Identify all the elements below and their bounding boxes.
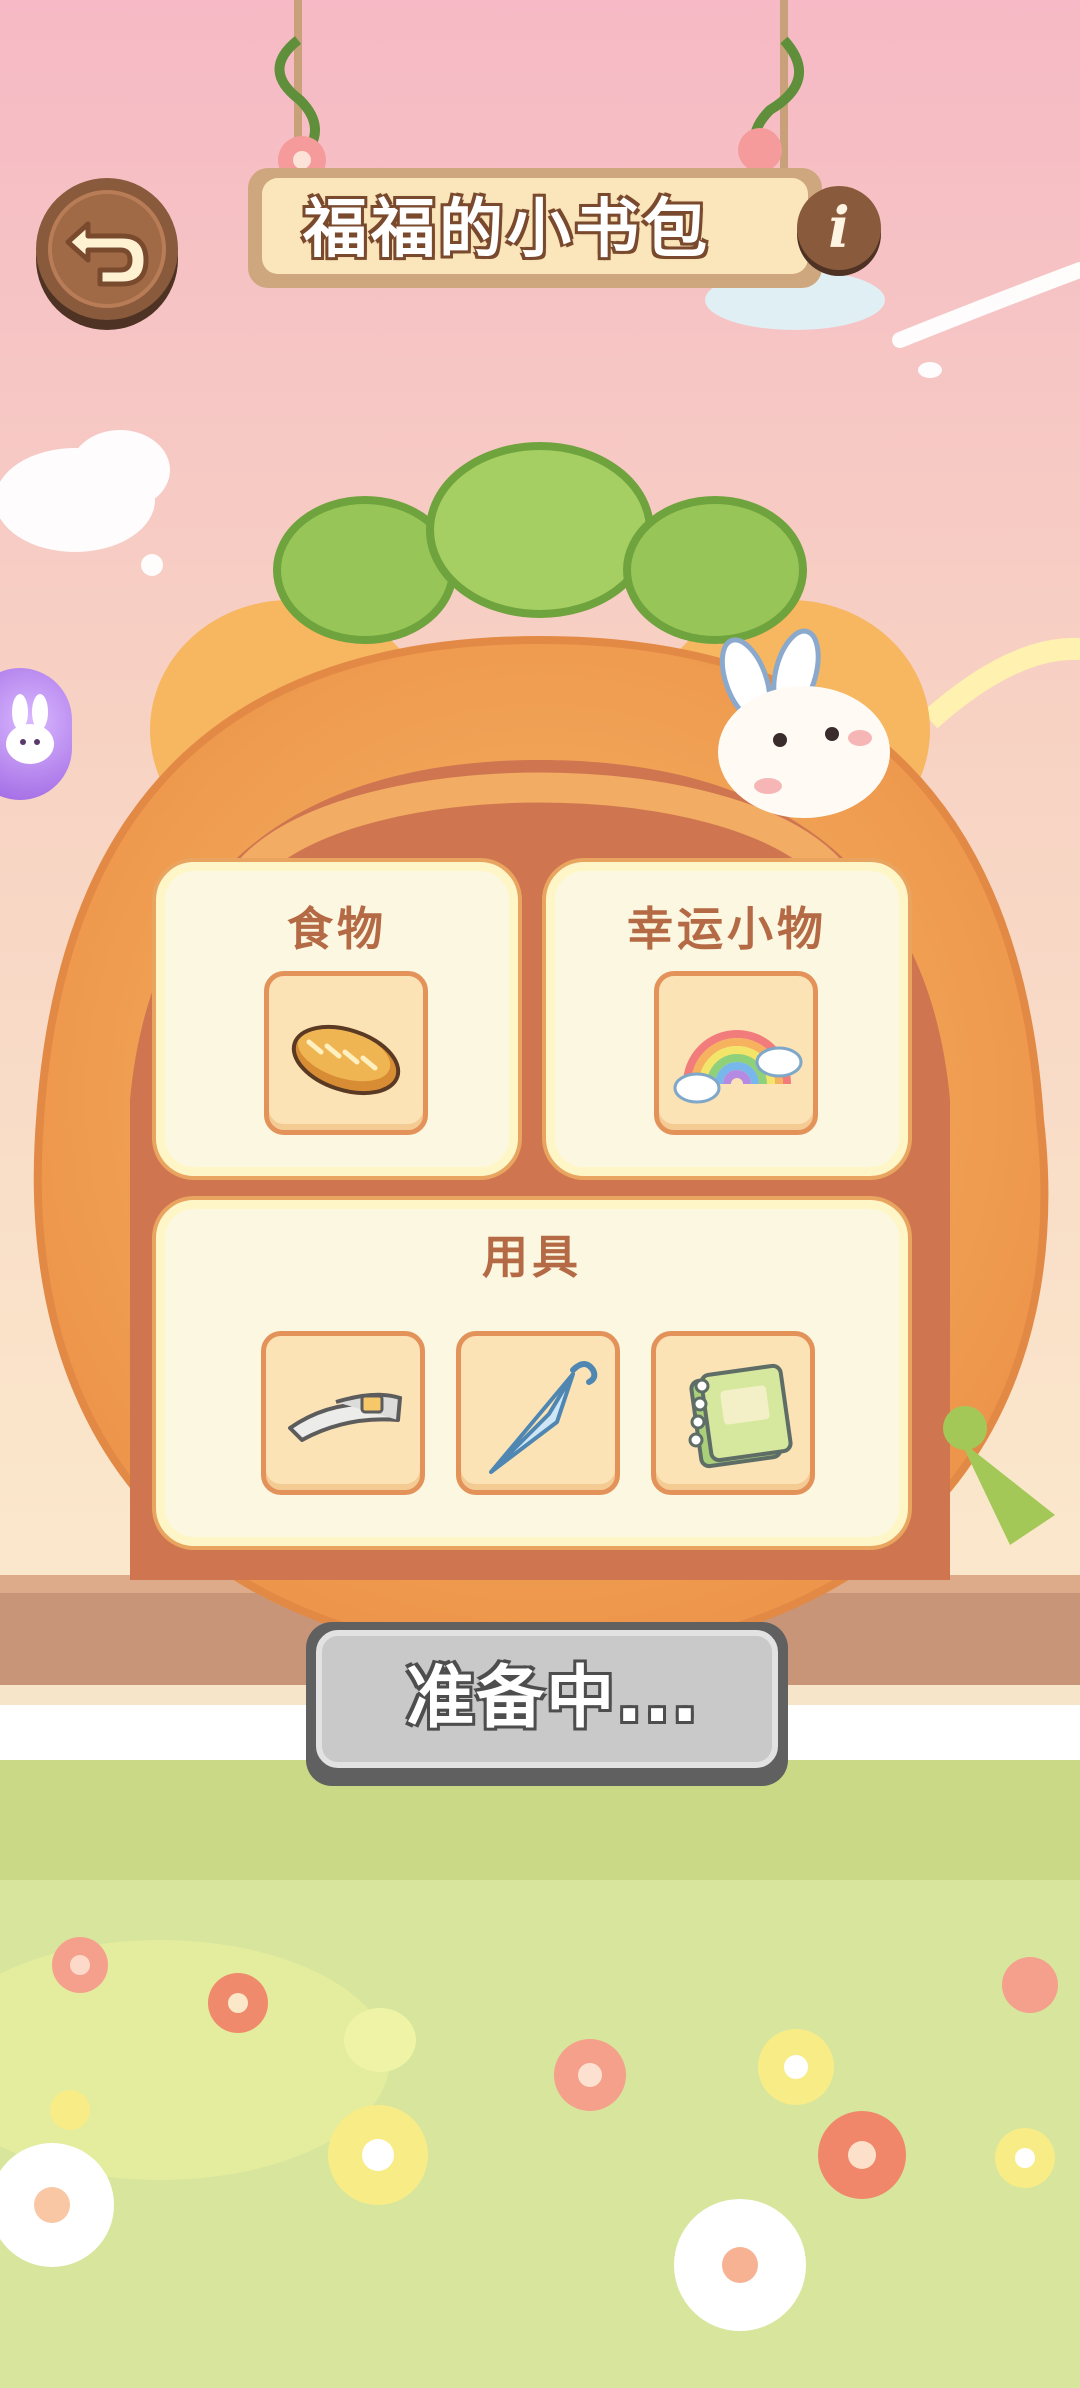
back-button-face	[48, 190, 166, 308]
ready-button[interactable]: 准备中...	[306, 1622, 788, 1786]
notebook-icon	[688, 1363, 793, 1469]
info-icon: i	[828, 195, 850, 261]
bread-icon	[291, 1024, 401, 1096]
item-slot-umbrella[interactable]	[456, 1331, 620, 1495]
bunny-bubble-button[interactable]	[0, 668, 72, 800]
return-arrow-icon	[65, 221, 149, 287]
rainbow-icon	[673, 1030, 803, 1104]
ready-button-face: 准备中...	[316, 1630, 778, 1768]
back-button[interactable]	[36, 178, 178, 320]
sun-visor-icon	[288, 1392, 403, 1442]
tools-section: 用具	[156, 1200, 908, 1546]
item-slot-sun-visor[interactable]	[261, 1331, 425, 1495]
game-scene: 福福的小书包 i 食物 幸运小物 用具 准备中...	[0, 0, 1080, 2388]
page-title: 福福的小书包	[303, 193, 711, 267]
umbrella-icon	[489, 1361, 598, 1474]
info-button[interactable]: i	[797, 186, 881, 270]
section-title: 用具	[482, 1230, 582, 1284]
item-slot-notebook[interactable]	[651, 1331, 815, 1495]
ready-button-label: 准备中...	[406, 1659, 700, 1738]
lucky-items-section: 幸运小物	[546, 862, 908, 1176]
item-slot-rainbow[interactable]	[654, 971, 818, 1135]
section-title: 食物	[287, 902, 387, 956]
food-section: 食物	[156, 862, 518, 1176]
background-art	[0, 0, 1080, 2388]
bunny-bubble-icon	[6, 694, 54, 764]
section-title: 幸运小物	[627, 902, 827, 956]
item-slot-bread[interactable]	[264, 971, 428, 1135]
